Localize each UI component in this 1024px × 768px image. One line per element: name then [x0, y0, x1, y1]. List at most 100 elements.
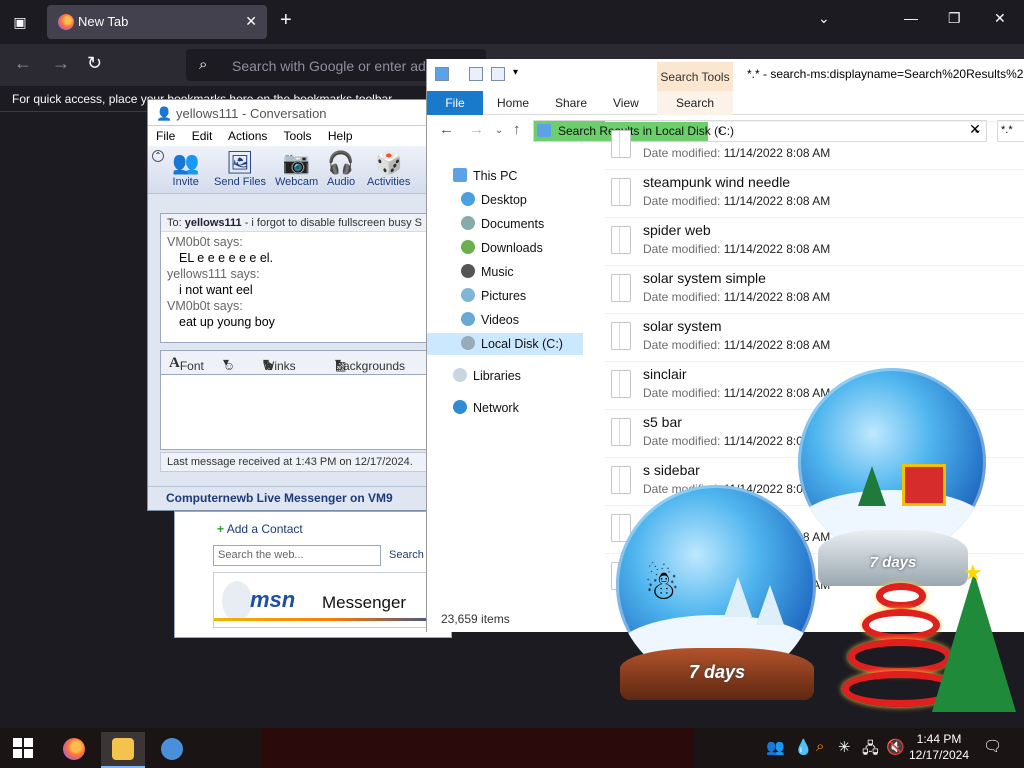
nav-label: Desktop — [481, 193, 527, 207]
list-all-tabs-icon[interactable]: ▣ — [8, 10, 32, 34]
snowman-icon: ☃ — [644, 564, 680, 608]
result-item[interactable]: solar system simple Date modified: 11/14/… — [605, 265, 1024, 313]
explorer-title: *.* - search-ms:displayname=Search%20Res… — [747, 67, 1024, 81]
result-item[interactable]: solar system Date modified: 11/14/2022 8:… — [605, 313, 1024, 361]
nav-music[interactable]: Music — [461, 261, 601, 283]
conversation-status: Last message received at 1:43 PM on 12/1… — [160, 452, 428, 472]
send-files-label: Send Files — [214, 176, 266, 188]
winks-button[interactable]: ☻ Winks ▾ — [263, 355, 296, 373]
tab-share[interactable]: Share — [555, 91, 587, 115]
search-folder-icon — [537, 124, 551, 137]
nav-libraries[interactable]: Libraries — [453, 365, 603, 387]
backgrounds-button[interactable]: ▧ Backgrounds ▾ — [335, 355, 405, 373]
menu-help[interactable]: Help — [328, 129, 353, 143]
close-window-icon[interactable]: ✕ — [994, 10, 1006, 27]
reload-icon[interactable]: ↻ — [87, 53, 102, 74]
audio-button[interactable]: 🎧 Audio — [327, 150, 355, 188]
file-icon — [611, 466, 631, 494]
notification-icon[interactable]: 🗨 — [983, 737, 1002, 755]
web-search-button[interactable]: Search — [389, 549, 424, 561]
navigation-pane: This PC Desktop Documents Downloads Musi… — [427, 155, 605, 595]
spiral-ring — [862, 609, 940, 641]
volume-muted-icon[interactable]: 🔇 — [886, 738, 905, 756]
message-input[interactable] — [160, 374, 428, 450]
tab-new-tab[interactable]: New Tab ✕ — [47, 5, 267, 39]
nav-documents[interactable]: Documents — [461, 213, 601, 235]
nav-downloads[interactable]: Downloads — [461, 237, 601, 259]
tab-search[interactable]: Search — [657, 91, 733, 115]
forward-arrow-icon[interactable]: → — [52, 53, 70, 74]
nav-network[interactable]: Network — [453, 397, 603, 419]
nav-desktop[interactable]: Desktop — [461, 189, 601, 211]
spiral-ring — [876, 583, 926, 609]
window-title: yellows111 - Conversation — [176, 106, 327, 121]
audio-label: Audio — [327, 176, 356, 188]
ribbon-tabs: File Home Share View Search — [427, 91, 1024, 115]
messenger-footer: Computernewb Live Messenger on VM9 — [148, 486, 428, 510]
recent-locations-icon[interactable]: ⌄ — [495, 125, 503, 136]
search-tray-icon[interactable]: ⌕ — [816, 738, 824, 755]
start-button[interactable] — [13, 738, 33, 758]
file-icon — [611, 274, 631, 302]
conversation-titlebar[interactable]: 👤 yellows111 - Conversation — [148, 100, 428, 126]
message-list: VM0b0t says: EL e e e e e e el. yellows1… — [161, 232, 428, 332]
tab-view[interactable]: View — [613, 91, 639, 115]
nav-pictures[interactable]: Pictures — [461, 285, 601, 307]
result-item[interactable]: Date modified: 11/14/2022 8:08 AM — [605, 121, 1024, 169]
collapse-toolbar-icon[interactable]: ⌃ — [152, 150, 164, 162]
droplet-tray-icon[interactable]: 💧 — [794, 738, 813, 756]
item-count: 23,659 items — [441, 612, 510, 626]
font-button[interactable]: A Font — [169, 355, 204, 373]
web-search-input[interactable]: Search the web... — [213, 545, 381, 566]
clock-date: 12/17/2024 — [908, 748, 970, 762]
menu-actions[interactable]: Actions — [228, 129, 267, 143]
file-icon — [611, 130, 631, 158]
back-arrow-icon[interactable]: ← — [14, 53, 32, 74]
nav-videos[interactable]: Videos — [461, 309, 601, 331]
new-folder-icon[interactable] — [491, 67, 505, 81]
emoticon-button[interactable]: ☺ ▾ — [223, 355, 235, 373]
messenger-tray-icon[interactable]: 👥 — [766, 738, 785, 756]
new-tab-button[interactable]: + — [280, 9, 292, 32]
file-icon — [611, 226, 631, 254]
to-line: To: yellows111 - i forgot to disable ful… — [161, 214, 428, 232]
restore-icon[interactable]: ❐ — [948, 10, 961, 27]
activities-button[interactable]: 🎲 Activities — [367, 150, 410, 188]
conversation-history[interactable]: To: yellows111 - i forgot to disable ful… — [160, 213, 428, 343]
webcam-label: Webcam — [275, 176, 319, 188]
taskbar-firefox[interactable] — [52, 732, 96, 768]
send-files-button[interactable]: 🖼 Send Files — [214, 150, 266, 188]
tab-overflow-chevron-icon[interactable]: ⌄ — [818, 10, 830, 27]
sparkle-tray-icon[interactable]: ✳ — [838, 738, 851, 756]
up-arrow-icon[interactable]: ↑ — [513, 121, 521, 138]
result-item[interactable]: steampunk wind needle Date modified: 11/1… — [605, 169, 1024, 217]
result-item[interactable]: spider web Date modified: 11/14/2022 8:08… — [605, 217, 1024, 265]
tree-icon — [724, 577, 752, 617]
nav-local-disk[interactable]: Local Disk (C:) — [427, 333, 583, 355]
properties-icon[interactable] — [469, 67, 483, 81]
search-icon: ⌕ — [199, 56, 208, 73]
taskbar-messenger[interactable] — [150, 732, 194, 768]
nav-label: Documents — [481, 217, 545, 231]
minimize-icon[interactable]: — — [904, 10, 918, 26]
nav-this-pc[interactable]: This PC — [453, 165, 603, 187]
menu-edit[interactable]: Edit — [192, 129, 213, 143]
nav-label: Pictures — [481, 289, 527, 303]
menu-file[interactable]: File — [156, 129, 175, 143]
back-arrow-icon[interactable]: ← — [439, 121, 454, 138]
tab-home[interactable]: Home — [497, 91, 529, 115]
taskbar-clock[interactable]: 1:44 PM 12/17/2024 — [906, 731, 972, 763]
add-contact-button[interactable]: + Add a Contact — [217, 522, 303, 536]
customize-qat-icon[interactable]: ▾ — [513, 67, 518, 78]
invite-button[interactable]: 👥 Invite — [172, 150, 199, 188]
nav-label: Libraries — [473, 369, 521, 383]
tab-file[interactable]: File — [427, 91, 483, 115]
forward-arrow-icon[interactable]: → — [469, 121, 484, 138]
taskbar-file-explorer[interactable] — [101, 732, 145, 768]
close-tab-icon[interactable]: ✕ — [245, 13, 257, 30]
send-files-icon: 🖼 — [226, 150, 254, 175]
messenger-buddies-icon — [222, 581, 252, 621]
network-tray-icon[interactable]: 🖧 — [862, 738, 879, 763]
webcam-button[interactable]: 📷 Webcam — [275, 150, 318, 188]
menu-tools[interactable]: Tools — [284, 129, 312, 143]
